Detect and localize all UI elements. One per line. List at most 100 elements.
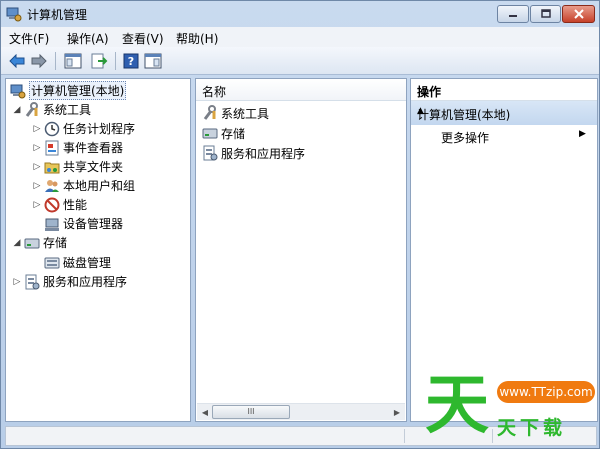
computer-management-app-icon <box>6 6 22 22</box>
tree-item-services-applications[interactable]: ▷ 服务和应用程序 <box>12 272 127 291</box>
help-icon: ? <box>123 53 139 69</box>
tree-item-shared-folders[interactable]: ▷ 共享文件夹 <box>32 157 123 176</box>
list-item[interactable]: 系统工具 <box>202 103 269 123</box>
computer-management-icon <box>10 83 26 99</box>
title-bar: 计算机管理 <box>1 1 599 27</box>
device-manager-icon <box>44 216 60 232</box>
list-item[interactable]: 服务和应用程序 <box>202 143 305 163</box>
tree-item-storage[interactable]: ◢ 存储 <box>12 233 67 252</box>
maximize-icon <box>540 9 551 18</box>
tools-icon <box>202 105 218 121</box>
tree-item-computer-management[interactable]: 计算机管理(本地) <box>8 81 127 100</box>
menu-file[interactable]: 文件(F) <box>9 30 49 47</box>
list-item-label: 存储 <box>221 126 246 141</box>
forward-button[interactable] <box>29 51 49 71</box>
export-list-icon <box>91 53 108 69</box>
tree-label: 事件查看器 <box>63 141 124 155</box>
window-title: 计算机管理 <box>27 8 88 22</box>
export-list-button[interactable] <box>89 51 109 71</box>
tree-item-event-viewer[interactable]: ▷ 事件查看器 <box>32 138 123 157</box>
collapsed-arrow-icon[interactable]: ▷ <box>32 181 42 191</box>
watermark-url-badge: www.TTzip.com <box>497 381 595 403</box>
submenu-arrow-icon[interactable]: ▶ <box>579 129 586 139</box>
tree-label: 任务计划程序 <box>63 122 136 136</box>
column-header-label: 名称 <box>202 85 227 99</box>
menu-view[interactable]: 查看(V) <box>122 30 164 47</box>
toolbar: ? <box>1 47 599 75</box>
show-console-tree-button[interactable] <box>63 51 83 71</box>
tree-label: 性能 <box>63 198 88 212</box>
close-button[interactable] <box>562 5 595 23</box>
close-icon <box>573 9 584 19</box>
menu-bar: 文件(F) 操作(A) 查看(V) 帮助(H) <box>1 27 599 47</box>
event-viewer-icon <box>44 140 60 156</box>
list-item[interactable]: 存储 <box>202 123 245 143</box>
tree-item-task-scheduler[interactable]: ▷ 任务计划程序 <box>32 119 135 138</box>
collapsed-arrow-icon[interactable]: ▷ <box>12 277 22 287</box>
horizontal-scrollbar[interactable]: ◀ III ▶ <box>197 403 405 420</box>
scroll-left-arrow-icon[interactable]: ◀ <box>198 406 212 419</box>
actions-header: 操作 <box>411 79 597 101</box>
disk-management-icon <box>44 255 60 271</box>
tree-label: 服务和应用程序 <box>43 275 128 289</box>
tree-label: 磁盘管理 <box>63 256 112 270</box>
tools-icon <box>24 101 40 118</box>
scrollbar-thumb[interactable]: III <box>212 405 290 419</box>
toolbar-separator <box>55 52 56 70</box>
more-actions-item[interactable]: 更多操作 <box>441 129 489 146</box>
back-button[interactable] <box>7 51 27 71</box>
maximize-button[interactable] <box>530 5 561 23</box>
collapsed-arrow-icon[interactable]: ▷ <box>32 143 42 153</box>
forward-arrow-icon <box>31 54 47 68</box>
watermark-logo-char: 天 <box>425 369 489 443</box>
services-icon <box>24 274 40 290</box>
console-tree-pane: 计算机管理(本地) ◢ 系统工具 ▷ 任务计划程序 ▷ 事件查看器 ▷ 共享文件… <box>5 78 191 422</box>
tree-label: 共享文件夹 <box>63 160 124 174</box>
properties-icon <box>144 53 162 69</box>
status-divider <box>404 429 405 443</box>
collapse-up-icon[interactable]: ▲ <box>417 106 587 116</box>
users-icon <box>44 178 60 194</box>
site-watermark: 天 www.TTzip.com 天下载 <box>421 369 597 447</box>
tree-item-device-manager[interactable]: 设备管理器 <box>42 214 123 233</box>
tree-label: 存储 <box>43 236 68 250</box>
shared-folder-icon <box>44 159 60 175</box>
column-header-name[interactable]: 名称 <box>196 79 406 101</box>
list-item-label: 服务和应用程序 <box>221 146 306 161</box>
actions-section-computer-management[interactable]: 计算机管理(本地) ▲ <box>411 101 597 125</box>
minimize-icon <box>509 15 517 17</box>
menu-action[interactable]: 操作(A) <box>67 30 109 47</box>
tree-item-local-users-groups[interactable]: ▷ 本地用户和组 <box>32 176 135 195</box>
tree-label: 本地用户和组 <box>63 179 136 193</box>
expanded-arrow-icon[interactable]: ◢ <box>12 238 22 248</box>
help-button[interactable]: ? <box>121 51 141 71</box>
minimize-button[interactable] <box>497 5 529 23</box>
back-arrow-icon <box>9 54 25 68</box>
properties-button[interactable] <box>143 51 163 71</box>
collapsed-arrow-icon[interactable]: ▷ <box>32 124 42 134</box>
computer-management-window: 计算机管理 文件(F) 操作(A) 查看(V) 帮助(H) ? 计算机管理(本地… <box>0 0 600 449</box>
svg-text:?: ? <box>128 55 134 68</box>
tree-item-performance[interactable]: ▷ 性能 <box>32 195 87 214</box>
storage-icon <box>202 125 218 141</box>
results-list-pane: 名称 系统工具 存储 服务和应用程序 ◀ III ▶ <box>195 78 407 422</box>
list-item-label: 系统工具 <box>221 106 270 121</box>
menu-help[interactable]: 帮助(H) <box>176 30 218 47</box>
clock-icon <box>44 121 60 137</box>
tree-label: 系统工具 <box>43 103 92 117</box>
performance-icon <box>44 197 60 213</box>
toolbar-separator <box>115 52 116 70</box>
tree-item-system-tools[interactable]: ◢ 系统工具 <box>12 100 91 119</box>
tree-label: 设备管理器 <box>63 217 124 231</box>
actions-title: 操作 <box>417 85 442 99</box>
expanded-arrow-icon[interactable]: ◢ <box>12 105 22 115</box>
storage-icon <box>24 235 40 251</box>
console-tree-icon <box>64 53 82 69</box>
tree-label: 计算机管理(本地) <box>29 81 127 100</box>
watermark-text: 天下载 <box>497 417 567 439</box>
collapsed-arrow-icon[interactable]: ▷ <box>32 200 42 210</box>
services-icon <box>202 145 218 161</box>
tree-item-disk-management[interactable]: 磁盘管理 <box>42 253 111 272</box>
collapsed-arrow-icon[interactable]: ▷ <box>32 162 42 172</box>
scroll-right-arrow-icon[interactable]: ▶ <box>390 406 404 419</box>
